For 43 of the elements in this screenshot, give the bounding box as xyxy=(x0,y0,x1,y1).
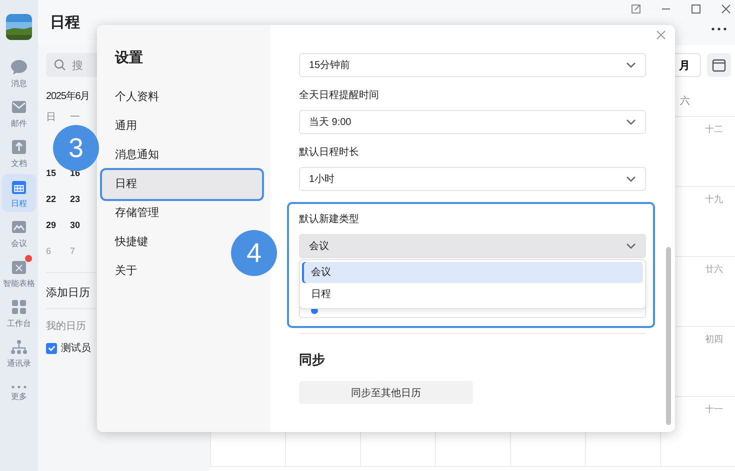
date-cell[interactable]: 23 xyxy=(70,193,84,205)
dropdown-select[interactable]: 会议 xyxy=(299,234,646,258)
sync-button[interactable]: 同步至其他日历 xyxy=(299,381,473,404)
dropdown-select[interactable]: 1小时 xyxy=(299,167,646,191)
rail-item[interactable]: 邮件 xyxy=(2,94,36,132)
section-label: 我的日历 xyxy=(46,320,87,333)
weekday-label: 一 xyxy=(70,111,81,124)
rail-item[interactable]: 通讯录 xyxy=(2,334,36,372)
settings-nav-item[interactable]: 通用 xyxy=(102,112,212,141)
dialog-title: 设置 xyxy=(115,49,144,67)
rail-item[interactable]: 消息 xyxy=(2,54,36,92)
lunar-date: 十二 xyxy=(705,123,723,136)
menu-option[interactable]: 会议 xyxy=(302,262,643,283)
settings-nav-item[interactable]: 消息通知 xyxy=(102,141,212,170)
section-heading: 同步 xyxy=(299,351,326,369)
field-label: 默认日程时长 xyxy=(299,146,360,159)
lunar-date: 十一 xyxy=(705,403,723,416)
rail-item[interactable]: 文档 xyxy=(2,134,36,172)
lunar-date: 十九 xyxy=(705,193,723,206)
weekday-label: 六 xyxy=(680,94,690,108)
date-cell[interactable]: 22 xyxy=(46,193,60,205)
lunar-date: 廿六 xyxy=(705,263,723,276)
rail-item[interactable]: 智能表格 xyxy=(2,254,36,292)
settings-nav-item[interactable]: 个人资料 xyxy=(102,83,212,112)
dropdown-select[interactable]: 15分钟前 xyxy=(299,53,646,77)
date-cell[interactable]: 29 xyxy=(46,219,60,231)
rail-item[interactable]: 会议 xyxy=(2,214,36,252)
field-label: 默认新建类型 xyxy=(299,212,360,226)
field-label: 全天日程提醒时间 xyxy=(299,88,380,102)
page-title: 日程 xyxy=(50,13,80,32)
rail-item[interactable]: 更多 xyxy=(2,374,36,412)
settings-nav-item[interactable]: 快捷键 xyxy=(102,228,212,257)
settings-nav-item[interactable]: 日程 xyxy=(102,170,262,199)
rail-item[interactable]: 工作台 xyxy=(2,294,36,332)
settings-nav-item[interactable]: 存储管理 xyxy=(102,199,212,228)
weekday-label: 日 xyxy=(46,111,57,124)
settings-nav-item[interactable]: 关于 xyxy=(102,257,212,286)
lunar-date: 初四 xyxy=(705,333,723,346)
dropdown-select[interactable]: 当天 9:00 xyxy=(299,110,646,134)
month-label: 2025年6月 xyxy=(46,90,90,103)
date-cell[interactable]: 30 xyxy=(70,219,84,231)
menu-option[interactable]: 日程 xyxy=(302,284,643,305)
calendar-name: 测试员 xyxy=(61,342,91,355)
